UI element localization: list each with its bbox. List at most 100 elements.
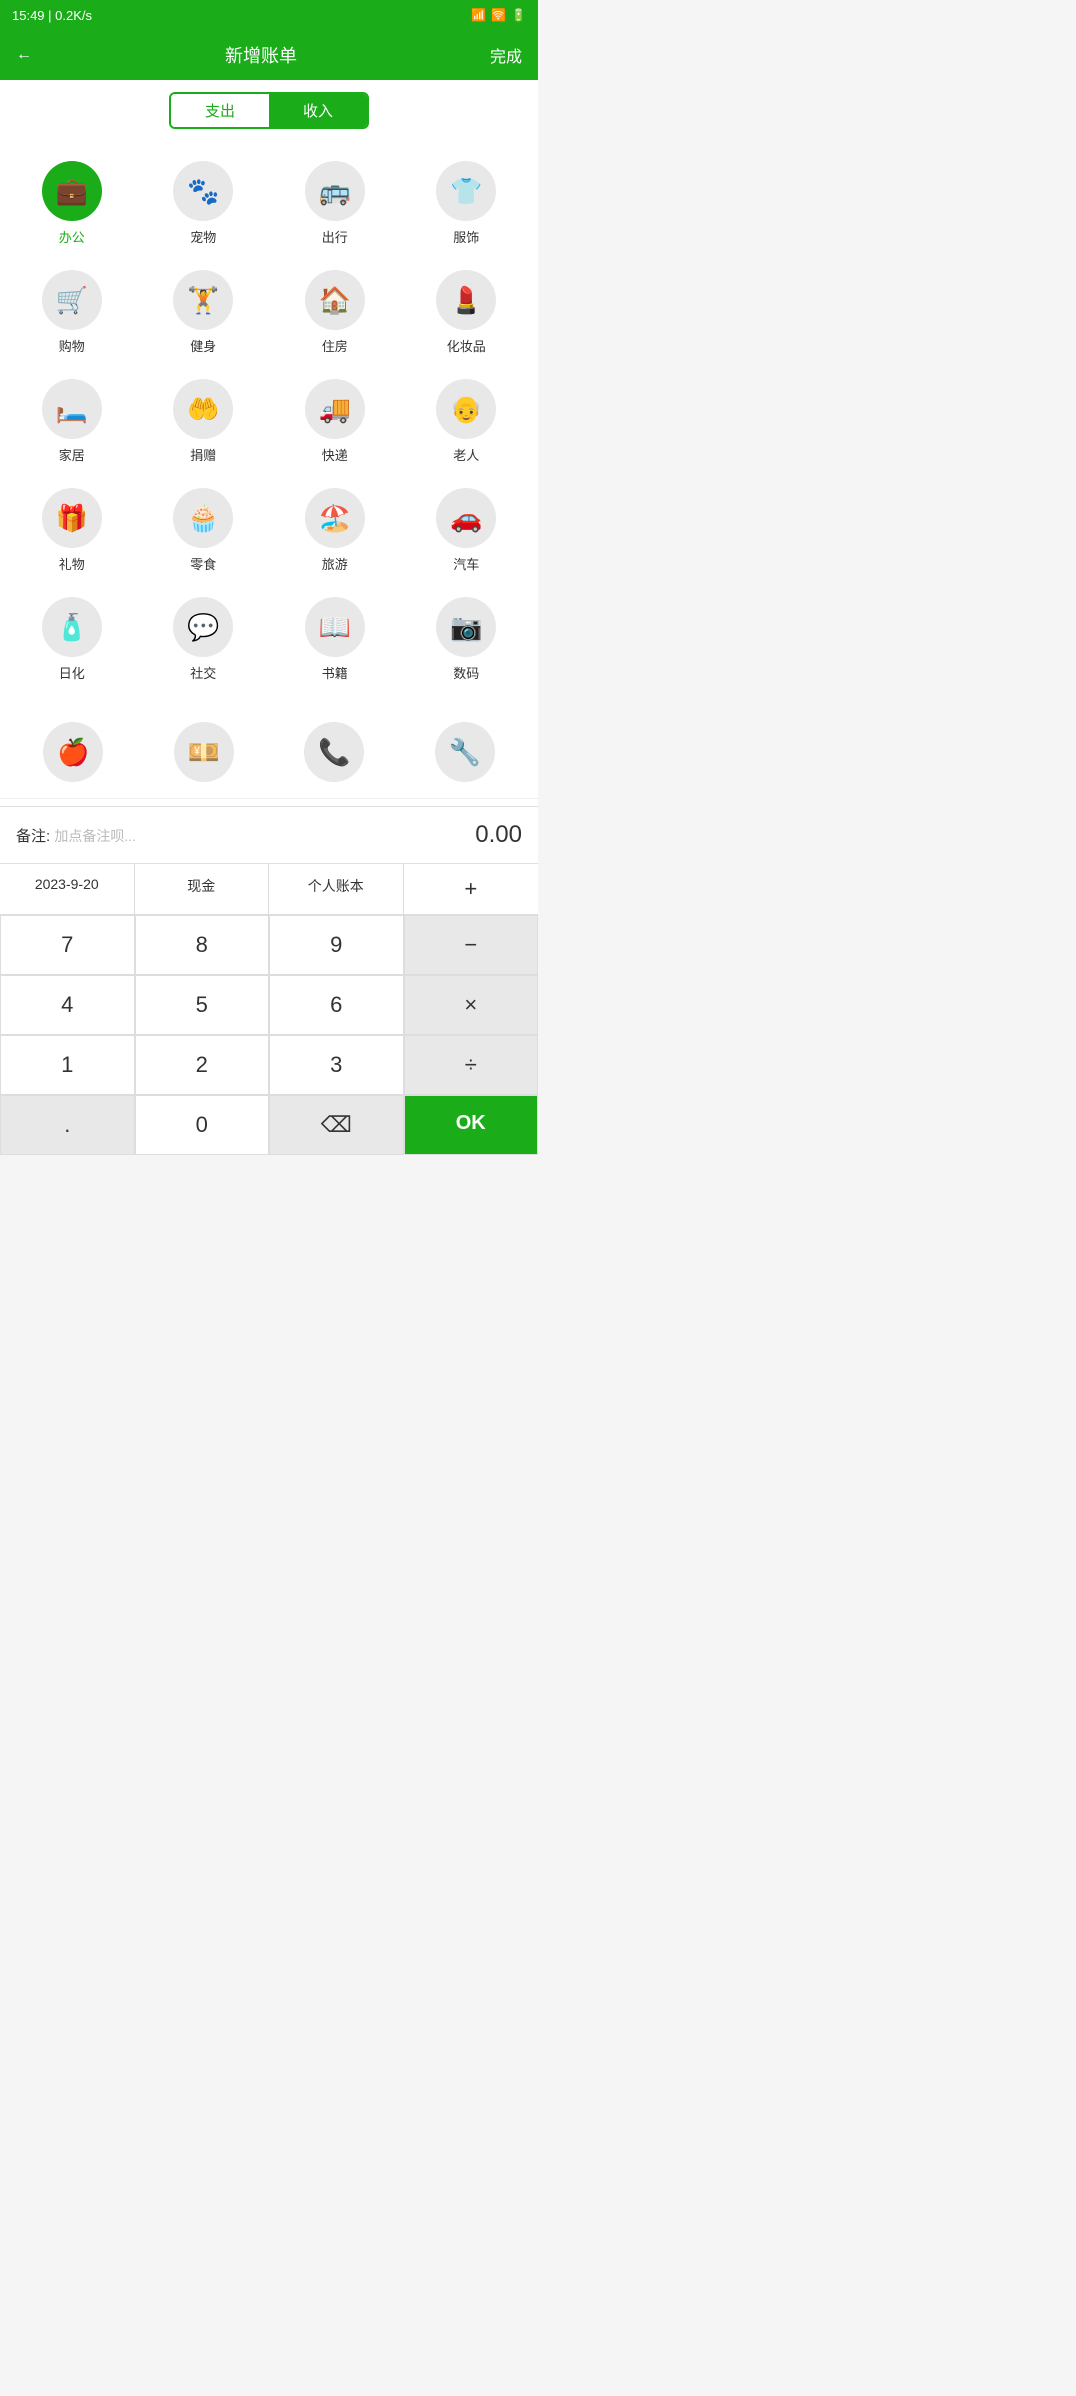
social-icon: 💬 — [173, 597, 233, 657]
header: ← 新增账单 完成 — [0, 30, 538, 80]
category-transport[interactable]: 🚌 出行 — [271, 151, 399, 256]
done-button[interactable]: 完成 — [490, 43, 522, 67]
key-0[interactable]: 0 — [135, 1095, 270, 1155]
date-selector[interactable]: 2023-9-20 — [0, 864, 135, 914]
key-4[interactable]: 4 — [0, 975, 135, 1035]
express-icon: 🚚 — [305, 379, 365, 439]
key-multiply[interactable]: × — [404, 975, 539, 1035]
finance-icon: 💴 — [174, 722, 234, 782]
transport-label: 出行 — [322, 227, 348, 246]
status-right: 📶 🛜 🔋 — [471, 8, 526, 22]
key-7[interactable]: 7 — [0, 915, 135, 975]
keypad: 7 8 9 − 4 5 6 × 1 2 3 ÷ . 0 ⌫ OK — [0, 915, 538, 1155]
payment-selector[interactable]: 现金 — [135, 864, 270, 914]
category-partial-row: 🍎 💴 📞 🔧 — [0, 702, 538, 798]
key-dot[interactable]: . — [0, 1095, 135, 1155]
daily-label: 日化 — [59, 663, 85, 682]
pets-icon: 🐾 — [173, 161, 233, 221]
key-9[interactable]: 9 — [269, 915, 404, 975]
category-snack[interactable]: 🧁零食 — [140, 478, 268, 583]
category-office[interactable]: 💼 办公 — [8, 151, 136, 256]
housing-label: 住房 — [322, 336, 348, 355]
digital-icon: 📷 — [436, 597, 496, 657]
key-ok[interactable]: OK — [404, 1095, 539, 1155]
snack-label: 零食 — [190, 554, 216, 573]
category-travel[interactable]: 🏖️ 旅游 — [271, 478, 399, 583]
key-1[interactable]: 1 — [0, 1035, 135, 1095]
housing-icon: 🏠 — [305, 270, 365, 330]
category-books[interactable]: 📖 书籍 — [271, 587, 399, 692]
gift-label: 礼物 — [59, 554, 85, 573]
express-label: 快递 — [322, 445, 348, 464]
pets-label: 宠物 — [190, 227, 216, 246]
key-3[interactable]: 3 — [269, 1035, 404, 1095]
category-grid: 💼 办公 🐾 宠物 🚌 出行 👕服饰 🛒 购物 🏋️健身 🏠 住房 💄化妆品 🛏️ 家居 🤲捐赠 🚚 快递 👴老人 🎁… — [0, 141, 538, 702]
battery-icon: 🔋 — [511, 8, 526, 22]
food-icon: 🍎 — [43, 722, 103, 782]
clothes-icon: 👕 — [436, 161, 496, 221]
car-label: 汽车 — [453, 554, 479, 573]
back-button[interactable]: ← — [16, 46, 32, 64]
page-title: 新增账单 — [225, 42, 297, 68]
category-cosmetics[interactable]: 💄化妆品 — [403, 260, 531, 365]
social-label: 社交 — [190, 663, 216, 682]
tools-icon: 🔧 — [435, 722, 495, 782]
category-tools[interactable]: 🔧 — [400, 712, 531, 798]
furniture-label: 家居 — [59, 445, 85, 464]
tab-expense[interactable]: 支出 — [171, 94, 269, 127]
transport-icon: 🚌 — [305, 161, 365, 221]
key-8[interactable]: 8 — [135, 915, 270, 975]
travel-icon: 🏖️ — [305, 488, 365, 548]
key-delete[interactable]: ⌫ — [269, 1095, 404, 1155]
daily-icon: 🧴 — [42, 597, 102, 657]
office-icon: 💼 — [42, 161, 102, 221]
key-5[interactable]: 5 — [135, 975, 270, 1035]
amount-display: 0.00 — [475, 821, 522, 849]
category-finance[interactable]: 💴 — [139, 712, 270, 798]
furniture-icon: 🛏️ — [42, 379, 102, 439]
books-icon: 📖 — [305, 597, 365, 657]
category-car[interactable]: 🚗 汽车 — [403, 478, 531, 583]
category-phone[interactable]: 📞 — [269, 712, 400, 798]
keypad-info-row: 2023-9-20 现金 个人账本 + — [0, 863, 538, 915]
tab-income[interactable]: 收入 — [269, 94, 367, 127]
remark-bar: 备注: 加点备注呗... 0.00 — [0, 806, 538, 863]
category-digital[interactable]: 📷 数码 — [403, 587, 531, 692]
category-fitness[interactable]: 🏋️健身 — [140, 260, 268, 365]
category-clothes[interactable]: 👕服饰 — [403, 151, 531, 256]
gift-icon: 🎁 — [42, 488, 102, 548]
category-daily[interactable]: 🧴 日化 — [8, 587, 136, 692]
category-housing[interactable]: 🏠 住房 — [271, 260, 399, 365]
car-icon: 🚗 — [436, 488, 496, 548]
cosmetics-label: 化妆品 — [447, 336, 486, 355]
travel-label: 旅游 — [322, 554, 348, 573]
category-gift[interactable]: 🎁 礼物 — [8, 478, 136, 583]
fitness-icon: 🏋️ — [173, 270, 233, 330]
digital-label: 数码 — [453, 663, 479, 682]
category-elderly[interactable]: 👴老人 — [403, 369, 531, 474]
add-op-button[interactable]: + — [404, 864, 539, 914]
category-shopping[interactable]: 🛒 购物 — [8, 260, 136, 365]
office-label: 办公 — [59, 227, 85, 246]
donation-icon: 🤲 — [173, 379, 233, 439]
key-minus[interactable]: − — [404, 915, 539, 975]
shopping-icon: 🛒 — [42, 270, 102, 330]
phone-icon: 📞 — [304, 722, 364, 782]
elderly-label: 老人 — [453, 445, 479, 464]
key-6[interactable]: 6 — [269, 975, 404, 1035]
remark-label: 备注: — [16, 828, 50, 845]
key-2[interactable]: 2 — [135, 1035, 270, 1095]
shopping-label: 购物 — [59, 336, 85, 355]
status-bar: 15:49 | 0.2K/s 📶 🛜 🔋 — [0, 0, 538, 30]
category-express[interactable]: 🚚 快递 — [271, 369, 399, 474]
remark-placeholder[interactable]: 加点备注呗... — [54, 828, 136, 844]
account-selector[interactable]: 个人账本 — [269, 864, 404, 914]
books-label: 书籍 — [322, 663, 348, 682]
category-social[interactable]: 💬 社交 — [140, 587, 268, 692]
key-divide[interactable]: ÷ — [404, 1035, 539, 1095]
category-pets[interactable]: 🐾 宠物 — [140, 151, 268, 256]
category-donation[interactable]: 🤲捐赠 — [140, 369, 268, 474]
category-food[interactable]: 🍎 — [8, 712, 139, 798]
wifi-icon: 🛜 — [491, 8, 506, 22]
category-furniture[interactable]: 🛏️ 家居 — [8, 369, 136, 474]
